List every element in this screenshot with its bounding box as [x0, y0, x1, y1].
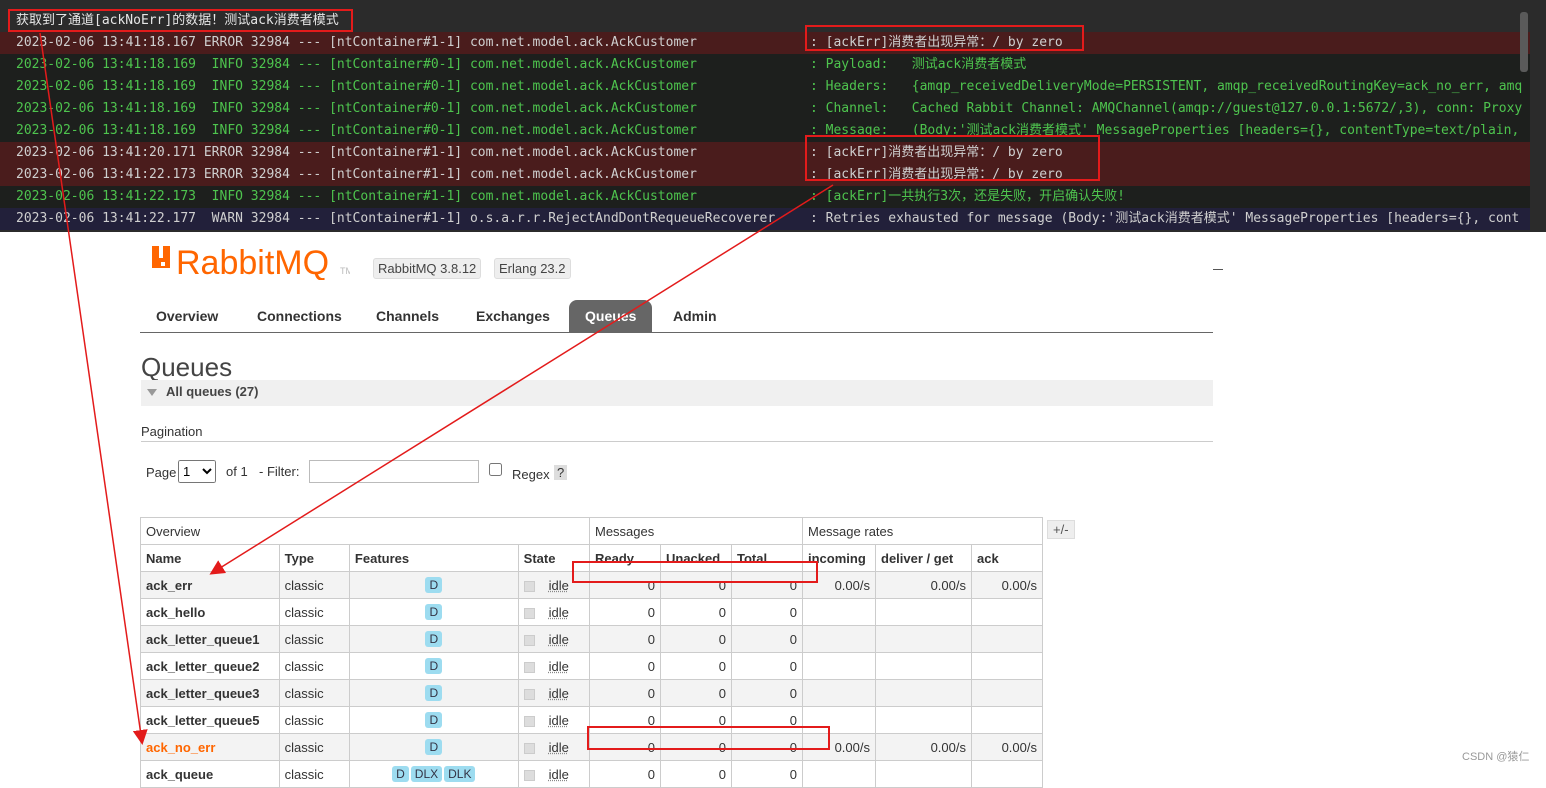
annotation-arrows	[39, 32, 834, 745]
arrow-to-ack-no-err	[39, 32, 148, 745]
arrow-to-ack-err	[209, 184, 834, 575]
watermark: CSDN @猿仁	[1462, 751, 1530, 763]
state-square-icon	[523, 769, 535, 781]
